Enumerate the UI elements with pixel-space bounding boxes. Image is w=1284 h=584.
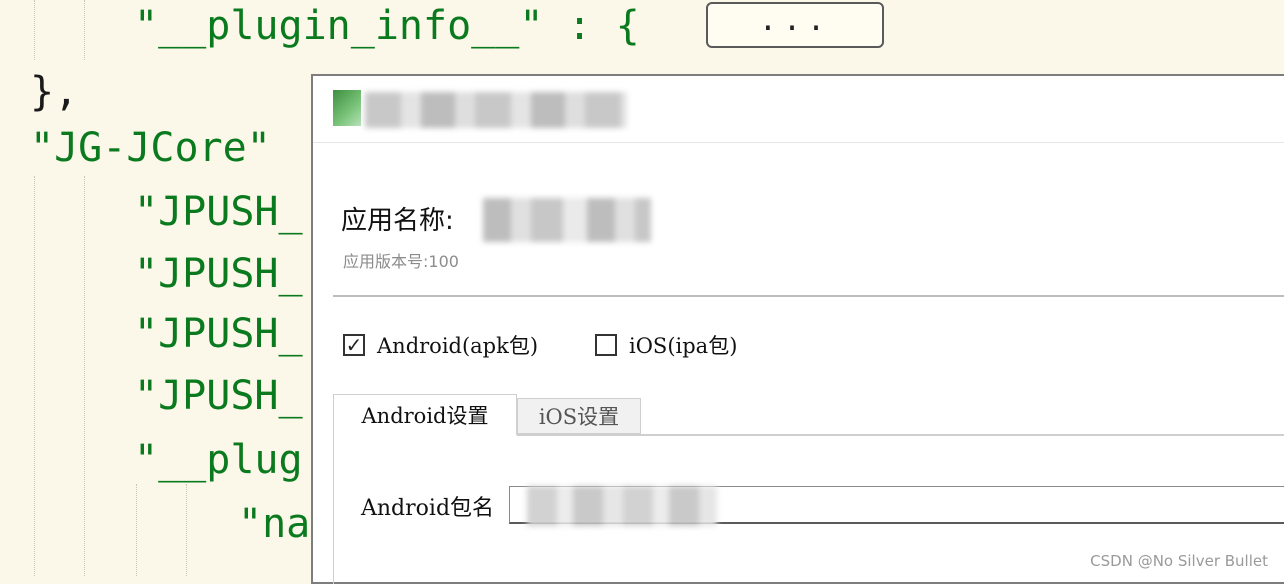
code-line: "JG-JCore" (30, 125, 271, 171)
checkmark-icon[interactable]: ✓ (343, 334, 365, 356)
code-line: "__plugin_info__" : { (134, 3, 640, 49)
watermark: CSDN @No Silver Bullet (1090, 552, 1268, 570)
android-platform-checkbox[interactable]: ✓ Android(apk包) (343, 330, 538, 360)
code-line: }, (30, 69, 79, 115)
android-package-label: Android包名 (361, 496, 495, 521)
code-line: "JPUSH_ (134, 311, 303, 357)
code-line: "__plug (134, 437, 303, 483)
app-icon (333, 90, 361, 126)
code-line: "JPUSH_ (134, 373, 303, 419)
indent-guide (136, 484, 137, 576)
section-divider (333, 295, 1284, 297)
fold-placeholder[interactable]: ... (706, 2, 884, 48)
indent-guide (84, 0, 85, 60)
android-platform-label: Android(apk包) (377, 334, 539, 358)
redacted-app-name (483, 198, 651, 242)
ios-platform-label: iOS(ipa包) (629, 334, 738, 358)
code-line: "na (238, 501, 311, 547)
tab-android-settings[interactable]: Android设置 (333, 394, 517, 436)
indent-guide (186, 484, 187, 576)
app-version-label: 应用版本号:100 (343, 252, 459, 271)
code-line: "JPUSH_ (134, 189, 303, 235)
redacted-title (365, 92, 627, 128)
app-name-label: 应用名称: (341, 206, 454, 236)
dialog-titlebar[interactable] (313, 76, 1284, 143)
code-line: "JPUSH_ (134, 251, 303, 297)
package-dialog: 应用名称: 应用版本号:100 ✓ Android(apk包) iOS(ipa包… (311, 74, 1284, 584)
tab-ios-settings[interactable]: iOS设置 (517, 398, 641, 434)
ios-platform-checkbox[interactable]: iOS(ipa包) (595, 330, 737, 360)
indent-guide (84, 176, 85, 576)
settings-tabs: iOS设置 Android设置 (333, 394, 1284, 436)
indent-guide (34, 0, 35, 60)
checkbox-empty[interactable] (595, 334, 617, 356)
redacted-package-name (527, 486, 717, 526)
indent-guide (34, 176, 35, 576)
